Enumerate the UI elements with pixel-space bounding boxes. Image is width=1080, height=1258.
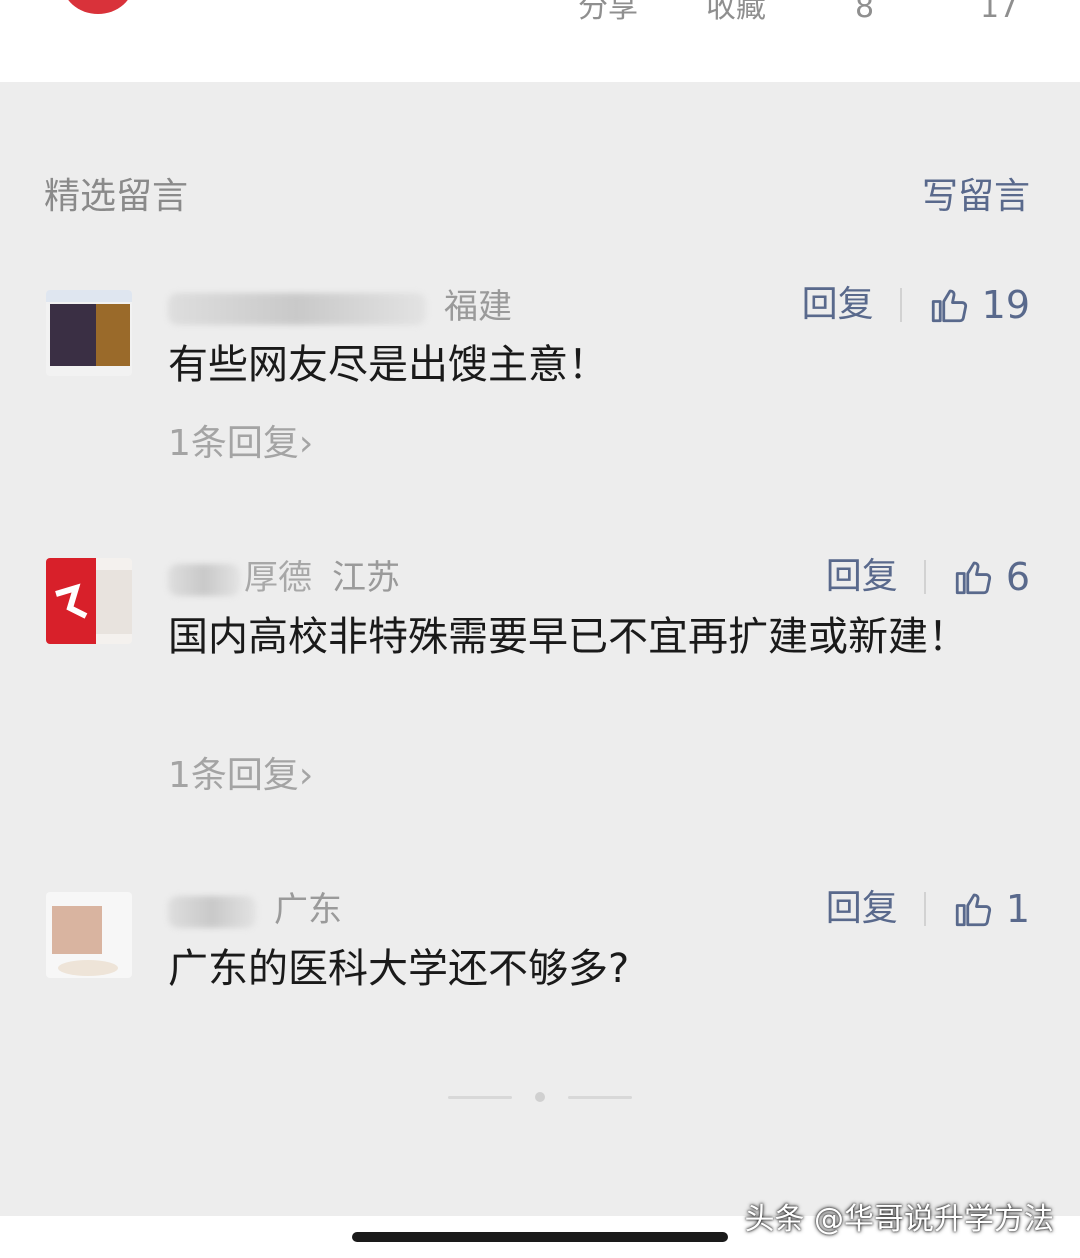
like-count: 19 <box>981 283 1030 327</box>
avatar[interactable] <box>46 892 132 978</box>
comment-location: 江苏 <box>332 558 400 598</box>
replies-label: 1条回复 <box>168 755 299 796</box>
author-logo[interactable] <box>62 0 134 14</box>
like-count: 6 <box>1005 555 1030 599</box>
action-divider <box>923 892 926 926</box>
count-b: 17 <box>980 0 1019 25</box>
reply-button[interactable]: 回复 <box>826 552 898 602</box>
like-count: 1 <box>1005 887 1030 931</box>
divider-left <box>448 1096 512 1099</box>
comment-actions: 回复 1 <box>826 884 1030 934</box>
comment-actions: 回复 6 <box>826 552 1030 602</box>
favorite-button[interactable]: 收藏 <box>706 0 766 28</box>
blurred-username <box>168 292 426 325</box>
avatar-image <box>46 558 132 644</box>
watermark: 头条 @华哥说升学方法 <box>744 1202 1054 1237</box>
comment-location: 福建 <box>444 287 512 327</box>
comment-meta: 厚德 江苏 <box>168 556 400 600</box>
view-replies-link[interactable]: 1条回复› <box>168 420 313 468</box>
comment-text: 有些网友尽是出馊主意！ <box>168 342 608 388</box>
home-indicator[interactable] <box>352 1232 728 1242</box>
comment-text: 广东的医科大学还不够多? <box>168 946 630 992</box>
write-comment-button[interactable]: 写留言 <box>922 172 1030 222</box>
avatar[interactable] <box>46 558 132 644</box>
thumbs-up-icon <box>955 561 991 595</box>
thumbs-up-icon <box>931 289 967 323</box>
action-divider <box>923 560 926 594</box>
action-divider <box>899 288 902 322</box>
avatar-image <box>46 892 132 978</box>
end-indicator <box>0 1090 1080 1104</box>
comments-header: 精选留言 写留言 <box>44 172 1036 222</box>
like-button[interactable]: 19 <box>928 280 1030 330</box>
thumbs-up-icon <box>955 893 991 927</box>
comment-username: 厚德 <box>244 558 312 598</box>
count-a: 8 <box>855 0 875 25</box>
comment-meta: 广东 <box>168 888 342 932</box>
avatar[interactable] <box>46 290 132 376</box>
replies-label: 1条回复 <box>168 423 299 464</box>
view-replies-link[interactable]: 1条回复› <box>168 752 313 800</box>
comment-text: 国内高校非特殊需要早已不宜再扩建或新建！ <box>168 614 968 660</box>
chevron-right-icon: › <box>298 423 314 464</box>
blurred-username <box>168 895 256 928</box>
divider-right <box>568 1096 632 1099</box>
share-button[interactable]: 分享 <box>578 0 638 28</box>
comment-meta: 福建 <box>168 285 512 329</box>
avatar-image <box>46 290 132 376</box>
comment-location: 广东 <box>274 890 342 930</box>
reply-button[interactable]: 回复 <box>826 884 898 934</box>
chevron-right-icon: › <box>298 755 314 796</box>
section-title: 精选留言 <box>44 176 189 217</box>
blurred-username <box>168 563 240 596</box>
like-button[interactable]: 6 <box>952 552 1030 602</box>
like-button[interactable]: 1 <box>952 884 1030 934</box>
dot-indicator <box>535 1092 545 1102</box>
reply-button[interactable]: 回复 <box>802 280 874 330</box>
article-action-bar: 分享 收藏 8 17 <box>0 0 1080 82</box>
comment-actions: 回复 19 <box>802 280 1030 330</box>
